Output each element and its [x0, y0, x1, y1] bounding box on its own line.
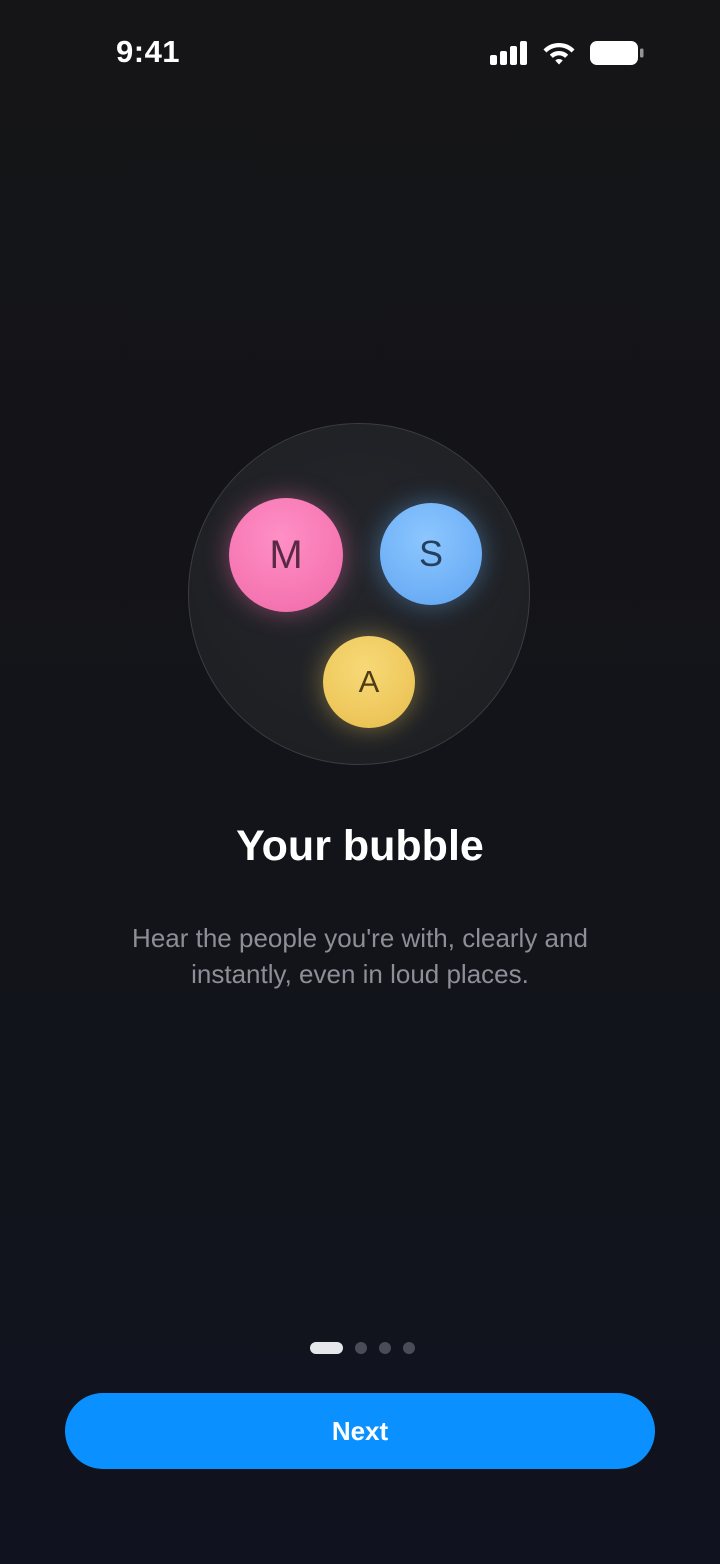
status-icons — [490, 40, 644, 66]
avatar-a: A — [323, 636, 415, 728]
onboarding-title: Your bubble — [236, 822, 484, 870]
next-button[interactable]: Next — [65, 1393, 655, 1469]
avatar-s: S — [380, 503, 482, 605]
page-dot-4[interactable] — [402, 1342, 415, 1354]
wifi-icon — [543, 43, 575, 65]
page-dot-2[interactable] — [354, 1342, 367, 1354]
status-bar: 9:41 — [0, 0, 720, 110]
page-dot-3[interactable] — [378, 1342, 391, 1354]
onboarding-description: Hear the people you're with, clearly and… — [132, 923, 588, 989]
avatar-m: M — [229, 498, 343, 612]
signal-icon — [490, 41, 527, 65]
status-time: 9:41 — [116, 34, 181, 69]
page-indicator — [0, 1342, 720, 1354]
page-dot-1[interactable] — [309, 1342, 343, 1354]
battery-icon — [590, 41, 644, 65]
